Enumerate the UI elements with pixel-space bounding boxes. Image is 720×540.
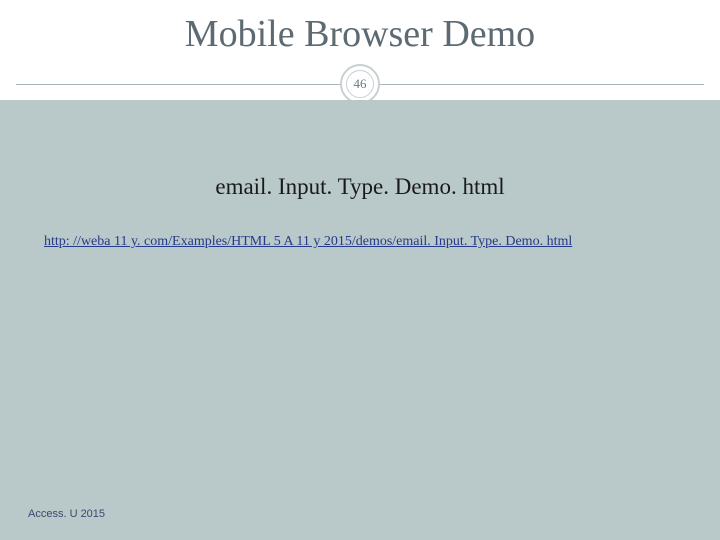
- page-number: 46: [346, 70, 374, 98]
- demo-link[interactable]: http: //weba 11 y. com/Examples/HTML 5 A…: [44, 234, 720, 250]
- slide-title: Mobile Browser Demo: [0, 0, 720, 64]
- divider-container: 46: [0, 64, 720, 104]
- subtitle: email. Input. Type. Demo. html: [0, 174, 720, 200]
- page-number-badge: 46: [340, 64, 380, 104]
- slide-body: email. Input. Type. Demo. html http: //w…: [0, 100, 720, 540]
- footer-text: Access. U 2015: [28, 508, 105, 520]
